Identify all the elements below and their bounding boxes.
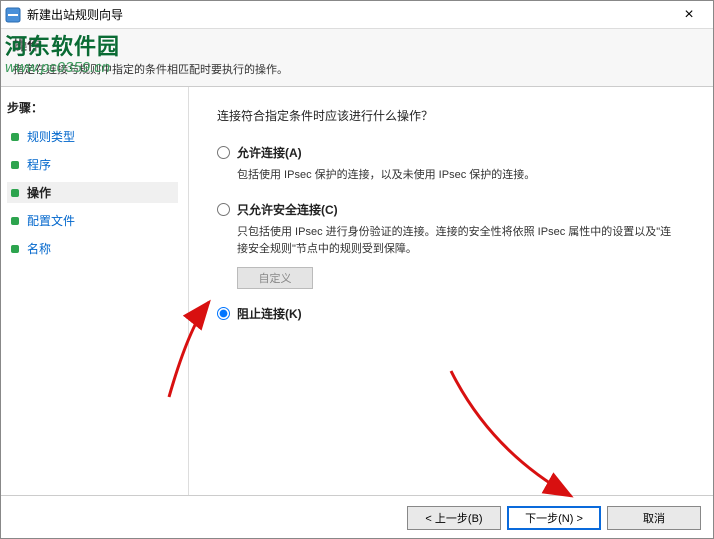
window-title: 新建出站规则向导 [27,6,669,23]
titlebar: 新建出站规则向导 × [1,1,713,29]
sidebar-item-label: 程序 [27,156,51,173]
sidebar-item-name[interactable]: 名称 [7,238,178,259]
sidebar-item-label: 配置文件 [27,212,75,229]
option-secure-label: 只允许安全连接(C) [237,201,338,218]
close-icon[interactable]: × [669,6,709,24]
sidebar-item-label: 规则类型 [27,128,75,145]
sidebar-item-profile[interactable]: 配置文件 [7,210,178,231]
steps-label: 步骤： [7,99,178,116]
option-secure-desc: 只包括使用 IPsec 进行身份验证的连接。连接的安全性将依照 IPsec 属性… [237,224,677,259]
cancel-button[interactable]: 取消 [607,506,701,530]
sidebar-item-action[interactable]: 操作 [7,182,178,203]
header: 操作 指定在连接与规则中指定的条件相匹配时要执行的操作。 [1,29,713,87]
bullet-icon [11,245,19,253]
next-button[interactable]: 下一步(N) > [507,506,601,530]
page-title: 操作 [13,35,701,55]
bullet-icon [11,189,19,197]
sidebar-item-label: 名称 [27,240,51,257]
bullet-icon [11,161,19,169]
radio-block[interactable] [217,307,230,320]
option-secure: 只允许安全连接(C) 只包括使用 IPsec 进行身份验证的连接。连接的安全性将… [217,201,685,289]
option-block-row[interactable]: 阻止连接(K) [217,305,685,322]
sidebar-item-program[interactable]: 程序 [7,154,178,175]
footer: < 上一步(B) 下一步(N) > 取消 [1,495,713,539]
body: 步骤： 规则类型 程序 操作 配置文件 名称 连接符合指定条件时应该进行什么操作… [1,87,713,495]
option-block-label: 阻止连接(K) [237,305,302,322]
sidebar: 步骤： 规则类型 程序 操作 配置文件 名称 [1,87,189,495]
action-question: 连接符合指定条件时应该进行什么操作？ [217,107,685,124]
option-allow-label: 允许连接(A) [237,144,302,161]
radio-allow[interactable] [217,146,230,159]
main-panel: 连接符合指定条件时应该进行什么操作？ 允许连接(A) 包括使用 IPsec 保护… [189,87,713,495]
sidebar-item-label: 操作 [27,184,51,201]
option-secure-row[interactable]: 只允许安全连接(C) [217,201,685,218]
back-button[interactable]: < 上一步(B) [407,506,501,530]
customize-button: 自定义 [237,267,313,289]
option-allow-row[interactable]: 允许连接(A) [217,144,685,161]
bullet-icon [11,217,19,225]
radio-secure[interactable] [217,203,230,216]
page-desc: 指定在连接与规则中指定的条件相匹配时要执行的操作。 [13,61,701,77]
sidebar-item-rule-type[interactable]: 规则类型 [7,126,178,147]
option-block: 阻止连接(K) [217,305,685,322]
option-allow-desc: 包括使用 IPsec 保护的连接，以及未使用 IPsec 保护的连接。 [237,167,677,185]
option-allow: 允许连接(A) 包括使用 IPsec 保护的连接，以及未使用 IPsec 保护的… [217,144,685,185]
bullet-icon [11,133,19,141]
wizard-icon [5,7,21,23]
